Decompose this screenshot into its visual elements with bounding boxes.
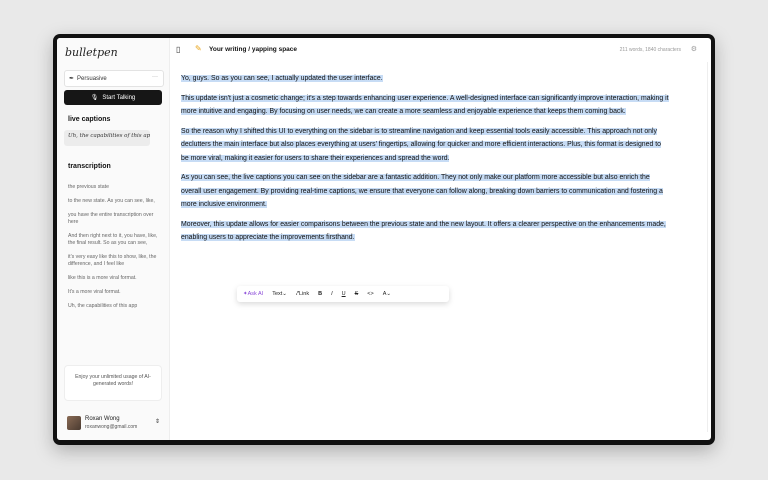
code-button[interactable]: <> [367, 291, 373, 297]
top-bar: ▯ ✎ Your writing / yapping space 211 wor… [169, 38, 711, 62]
paragraph[interactable]: So the reason why I shifted this UI to e… [181, 125, 669, 166]
format-toolbar: ✦ Ask AI Text ⌄ ⤤ Link B I U S <> A ⌄ [237, 286, 449, 302]
start-talking-button[interactable]: 🎙 Start Talking [64, 90, 162, 105]
quill-icon: ✒ [69, 76, 75, 82]
live-captions-heading: live captions [68, 116, 111, 123]
mic-off-icon: 🎙 [90, 95, 99, 101]
list-item: It's a more viral format. [68, 289, 121, 295]
paragraph[interactable]: This update isn't just a cosmetic change… [181, 92, 669, 119]
chevron-down-icon: ⌄ [282, 291, 287, 297]
editor[interactable]: Yo, guys. So as you can see, I actually … [181, 72, 669, 251]
paragraph[interactable]: Moreover, this update allows for easier … [181, 218, 669, 245]
promo-card: Enjoy your unlimited usage of AI-generat… [64, 365, 162, 401]
text-color-dropdown[interactable]: A ⌄ [383, 291, 391, 297]
scrollbar[interactable] [707, 62, 708, 432]
strikethrough-button[interactable]: S [355, 291, 359, 297]
paragraph[interactable]: As you can see, the live captions you ca… [181, 171, 669, 212]
app-logo: bulletpen [65, 46, 118, 59]
transcription-heading: transcription [68, 163, 111, 170]
transcription-list: the previous state to the new state. As … [68, 184, 158, 317]
app-window: bulletpen ✒ Persuasive ··· 🎙 Start Talki… [57, 38, 711, 440]
list-item: like this is a more viral format. [68, 275, 137, 281]
list-item: And then right next to it, you have, lik… [68, 233, 158, 246]
underline-button[interactable]: U [342, 291, 346, 297]
list-item: you have the entire transcription over h… [68, 212, 154, 225]
text-style-dropdown[interactable]: Text ⌄ [272, 291, 287, 297]
list-item: it's very easy like this to show, like, … [68, 254, 157, 267]
mode-select[interactable]: ✒ Persuasive ··· [64, 70, 164, 87]
user-name: Roxan Wong [85, 416, 120, 422]
paragraph[interactable]: Yo, guys. So as you can see, I actually … [181, 72, 669, 86]
user-email: roxanwong@gmail.com [85, 424, 138, 430]
ask-ai-button[interactable]: ✦ Ask AI [243, 291, 263, 297]
list-item: Uh, the capabilities of this app [68, 303, 138, 309]
page-title: Your writing / yapping space [209, 46, 298, 53]
sidebar: bulletpen ✒ Persuasive ··· 🎙 Start Talki… [57, 38, 170, 440]
word-count: 211 words, 1840 characters [619, 47, 681, 53]
italic-button[interactable]: I [331, 291, 333, 297]
mode-label: Persuasive [77, 75, 107, 82]
link-button[interactable]: ⤤ Link [296, 291, 309, 298]
bold-button[interactable]: B [318, 291, 322, 297]
list-item: to the new state. As you can see, like, [68, 198, 155, 204]
user-menu[interactable]: Roxan Wong roxanwong@gmail.com ⇕ [67, 415, 162, 433]
sidebar-toggle-icon[interactable]: ▯ [176, 45, 180, 54]
chevron-updown-icon: ⇕ [154, 419, 160, 425]
start-talking-label: Start Talking [102, 94, 136, 101]
more-icon: ··· [152, 74, 158, 80]
pencil-icon: ✎ [195, 44, 202, 53]
settings-icon[interactable]: ⚙ [691, 45, 697, 53]
chevron-down-icon: ⌄ [386, 291, 391, 297]
list-item: the previous state [68, 184, 109, 190]
live-captions-text: Uh, the capabilities of this app [64, 130, 150, 146]
avatar [67, 416, 81, 430]
